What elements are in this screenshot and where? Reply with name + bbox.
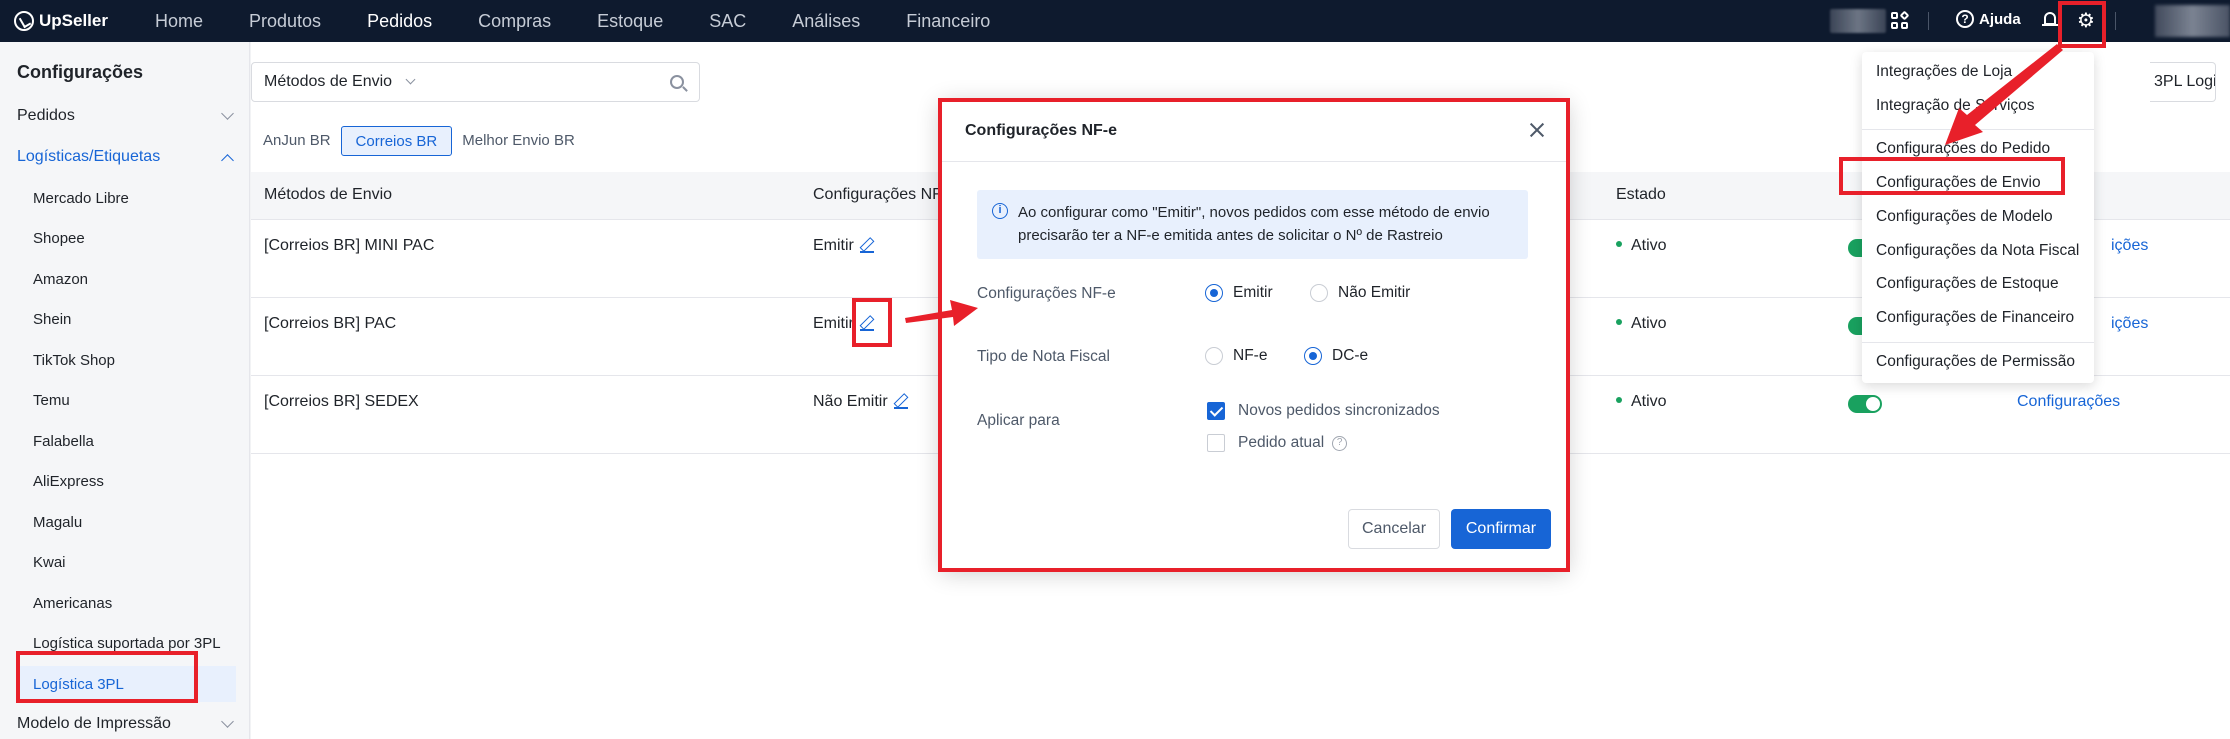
search-field[interactable] [428, 62, 700, 102]
annotation-box-logistica-3pl [16, 651, 198, 703]
annotation-arrow-down-left [1945, 44, 2063, 145]
nfe-setting: Emitir [813, 237, 874, 255]
nav-compras[interactable]: Compras [478, 0, 551, 42]
status-label: Ativo [1631, 237, 1667, 254]
menu-item-config-financeiro[interactable]: Configurações de Financeiro [1876, 309, 2074, 327]
sidebar-item-amazon[interactable]: Amazon [33, 271, 88, 288]
enable-toggle[interactable] [1848, 395, 1882, 413]
search-icon[interactable] [670, 75, 684, 89]
upseller-logo[interactable]: UpSeller [14, 10, 108, 32]
menu-item-config-modelo[interactable]: Configurações de Modelo [1876, 208, 2053, 226]
annotation-box-edit-icon [852, 298, 892, 347]
sidebar-item-americanas[interactable]: Americanas [33, 595, 112, 612]
sidebar-group-logisticas[interactable]: Logísticas/Etiquetas [17, 148, 234, 167]
sidebar-title: Configurações [17, 62, 144, 82]
tab-anjun-br[interactable]: AnJun BR [263, 126, 331, 156]
status-label: Ativo [1631, 393, 1667, 410]
blurred-avatar[interactable] [2155, 5, 2230, 37]
method-name: [Correios BR] PAC [264, 315, 397, 332]
menu-divider [1862, 342, 2094, 343]
column-header-status: Estado [1616, 186, 1666, 203]
3pl-logistics-button[interactable]: 3PL Logistics [2150, 62, 2216, 102]
nfe-setting-value: Emitir [813, 237, 854, 254]
3pl-logistics-label: 3PL Logistics [2154, 73, 2216, 90]
configuracoes-link[interactable]: ições [2111, 237, 2148, 255]
nav-analises[interactable]: Análises [792, 0, 860, 42]
help-label: Ajuda [1979, 10, 2021, 28]
nav-sac[interactable]: SAC [709, 0, 746, 42]
topbar-divider [1928, 12, 1929, 30]
sidebar-item-falabella[interactable]: Falabella [33, 433, 94, 450]
column-header-method: Métodos de Envio [264, 186, 393, 203]
method-name: [Correios BR] SEDEX [264, 393, 419, 410]
filter-select-value: Métodos de Envio [264, 73, 393, 90]
status: Ativo [1616, 237, 1667, 255]
carrier-tabs: AnJun BR Correios BR Melhor Envio BR [263, 126, 575, 156]
upseller-logo-icon [14, 11, 34, 31]
tab-melhor-envio-br[interactable]: Melhor Envio BR [462, 126, 575, 156]
status: Ativo [1616, 393, 1667, 411]
sidebar-group-label: Modelo de Impressão [17, 715, 171, 732]
menu-item-config-estoque[interactable]: Configurações de Estoque [1876, 275, 2059, 293]
bell-icon[interactable] [2042, 11, 2058, 29]
sidebar-item-tiktok-shop[interactable]: TikTok Shop [33, 352, 115, 369]
menu-item-config-permissao[interactable]: Configurações de Permissão [1876, 353, 2075, 371]
sidebar-item-aliexpress[interactable]: AliExpress [33, 473, 104, 490]
nav-estoque[interactable]: Estoque [597, 0, 663, 42]
status-dot [1616, 319, 1622, 325]
apps-grid-icon[interactable] [1891, 10, 1910, 30]
sidebar-group-label: Logísticas/Etiquetas [17, 148, 161, 165]
configuracoes-link[interactable]: ições [2111, 315, 2148, 333]
sidebar-item-mercado-libre[interactable]: Mercado Libre [33, 190, 129, 207]
status: Ativo [1616, 315, 1667, 333]
sidebar-item-shein[interactable]: Shein [33, 311, 71, 328]
sidebar-group-modelo-impressao[interactable]: Modelo de Impressão [17, 715, 234, 733]
status-dot [1616, 241, 1622, 247]
top-navigation-bar: UpSeller Home Produtos Pedidos Compras E… [0, 0, 2230, 42]
edit-icon[interactable] [893, 394, 908, 409]
chevron-down-icon [221, 107, 234, 120]
settings-sidebar: Configurações Pedidos Logísticas/Etiquet… [0, 42, 250, 739]
search-input[interactable] [438, 71, 658, 93]
chevron-down-icon [221, 715, 234, 728]
chevron-down-icon [405, 74, 416, 85]
column-header-nfe: Configurações NF [813, 186, 942, 203]
chevron-up-icon [221, 154, 234, 167]
blurred-account-info [1830, 9, 1886, 33]
filter-type-select[interactable]: Métodos de Envio [251, 62, 429, 102]
menu-item-config-nota-fiscal[interactable]: Configurações da Nota Fiscal [1876, 242, 2079, 260]
annotation-box-modal [938, 98, 1570, 572]
logo-text: UpSeller [39, 11, 108, 30]
nav-home[interactable]: Home [155, 0, 203, 42]
nav-financeiro[interactable]: Financeiro [906, 0, 990, 42]
sidebar-group-pedidos[interactable]: Pedidos [17, 107, 234, 125]
nfe-setting-value: Não Emitir [813, 393, 888, 410]
nav-produtos[interactable]: Produtos [249, 0, 321, 42]
configuracoes-link[interactable]: Configurações [2017, 393, 2120, 411]
sidebar-item-3pl-supported[interactable]: Logística suportada por 3PL [33, 635, 221, 652]
status-label: Ativo [1631, 315, 1667, 332]
help-icon: ? [1956, 10, 1974, 28]
help-button[interactable]: ? Ajuda [1956, 10, 2021, 28]
sidebar-item-magalu[interactable]: Magalu [33, 514, 82, 531]
tab-correios-br[interactable]: Correios BR [340, 126, 453, 156]
sidebar-item-temu[interactable]: Temu [33, 392, 70, 409]
topbar-divider [2115, 12, 2116, 30]
sidebar-item-shopee[interactable]: Shopee [33, 230, 85, 247]
sidebar-group-label: Pedidos [17, 107, 75, 124]
sidebar-item-kwai[interactable]: Kwai [33, 554, 66, 571]
annotation-arrow-right [905, 300, 978, 326]
main-nav: Home Produtos Pedidos Compras Estoque SA… [155, 0, 1036, 42]
annotation-box-config-envio [1839, 157, 2065, 195]
status-dot [1616, 397, 1622, 403]
nav-pedidos[interactable]: Pedidos [367, 0, 432, 42]
annotation-box-gear [2058, 1, 2106, 48]
edit-icon[interactable] [859, 238, 874, 253]
nfe-setting-value: Emitir [813, 315, 854, 332]
nfe-setting: Não Emitir [813, 393, 908, 411]
method-name: [Correios BR] MINI PAC [264, 237, 435, 254]
